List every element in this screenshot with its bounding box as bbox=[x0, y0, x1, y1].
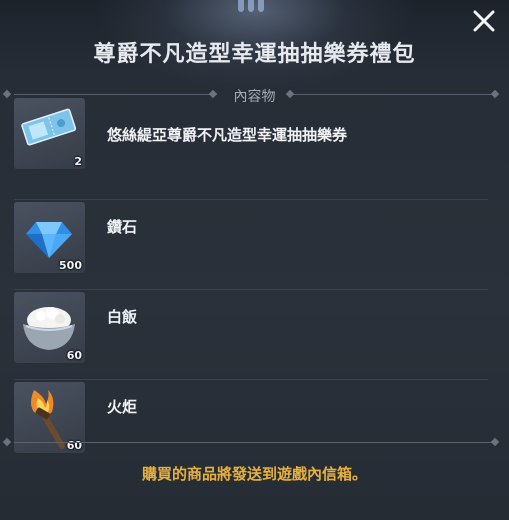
diamond-icon: 500 bbox=[14, 202, 85, 273]
list-item: 60 火炬 bbox=[14, 380, 488, 469]
package-contents-dialog: 尊爵不凡造型幸運抽抽樂券禮包 內容物 2 悠絲緹亞尊爵不凡造型幸運抽抽樂券 50… bbox=[0, 0, 509, 520]
contents-list: 2 悠絲緹亞尊爵不凡造型幸運抽抽樂券 500 鑽石 60 白飯 60 火炬 bbox=[14, 98, 488, 469]
item-name: 鑽石 bbox=[107, 218, 138, 236]
item-quantity: 60 bbox=[66, 349, 82, 362]
item-quantity: 2 bbox=[74, 155, 82, 168]
list-item: 2 悠絲緹亞尊爵不凡造型幸運抽抽樂券 bbox=[14, 98, 488, 200]
close-button[interactable] bbox=[471, 8, 497, 34]
close-icon bbox=[473, 10, 495, 32]
item-name: 火炬 bbox=[107, 398, 138, 416]
dialog-title: 尊爵不凡造型幸運抽抽樂券禮包 bbox=[93, 42, 416, 67]
emblem-icon bbox=[236, 0, 266, 14]
delivery-notice: 購買的商品將發送到遊戲內信箱。 bbox=[141, 465, 367, 483]
list-item: 60 白飯 bbox=[14, 290, 488, 380]
rice-bowl-icon: 60 bbox=[14, 292, 85, 363]
footer-divider bbox=[2, 437, 500, 449]
item-name: 白飯 bbox=[107, 308, 138, 326]
list-item: 500 鑽石 bbox=[14, 200, 488, 290]
item-name: 悠絲緹亞尊爵不凡造型幸運抽抽樂券 bbox=[107, 126, 348, 144]
item-quantity: 500 bbox=[59, 259, 82, 272]
ticket-icon: 2 bbox=[14, 98, 85, 169]
